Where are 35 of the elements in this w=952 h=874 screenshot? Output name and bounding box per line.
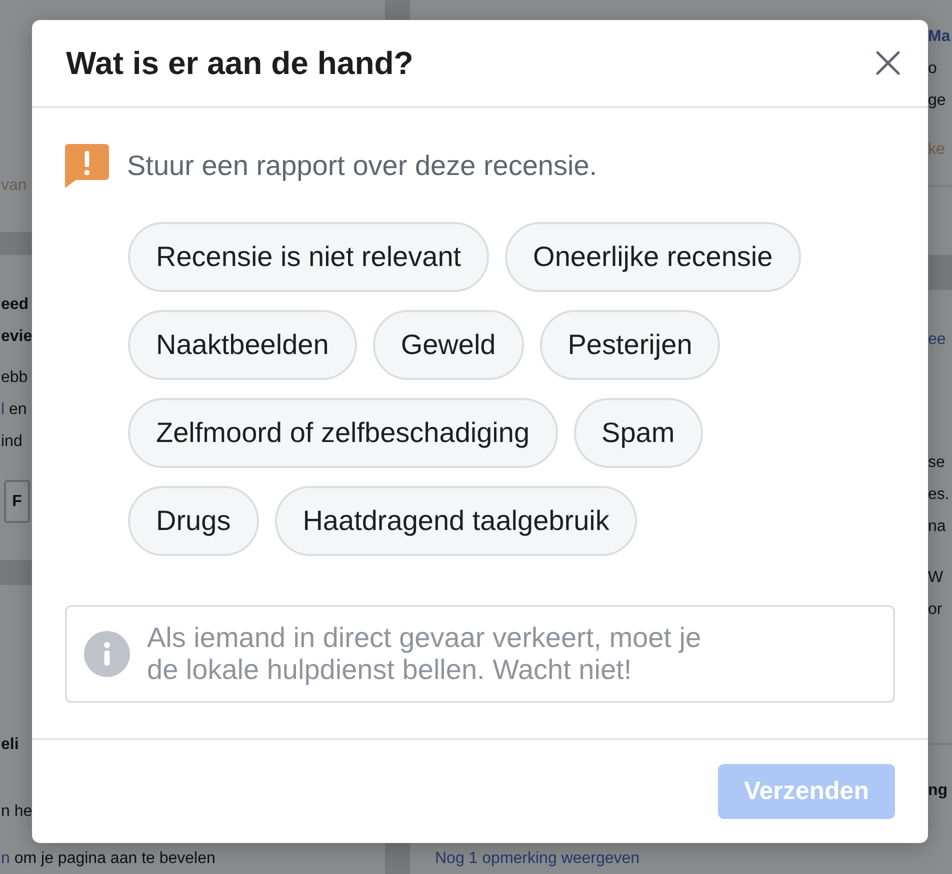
option-chip[interactable]: Pesterijen [540,310,720,380]
submit-button: Verzenden [718,764,895,819]
card-text: na [928,517,946,537]
warning-icon [65,144,109,188]
option-chip[interactable]: Naaktbeelden [128,310,357,380]
option-chip[interactable]: Haatdragend taalgebruik [274,486,638,556]
card-heading: ng [928,781,948,801]
card-text: l en [1,400,27,420]
notice-text: Als iemand in direct gevaar verkeert, moet je de lokale hulpdienst bellen. Wacht niet! [147,622,702,686]
card-heading: eed [1,295,29,315]
option-chip[interactable]: Geweld [372,310,524,380]
card-text: es. [928,485,950,505]
card-heading: eli [1,735,19,755]
background-button[interactable]: F [4,480,30,523]
card-text: o [928,59,937,79]
option-chip[interactable]: Recensie is niet relevant [128,222,490,292]
option-chip[interactable]: Spam [574,398,703,468]
info-icon [84,631,130,677]
dialog-title: Wat is er aan de hand? [66,44,414,83]
card-text: van [1,176,27,196]
card-text: se [928,453,945,473]
option-chip[interactable]: Oneerlijke recensie [505,222,801,292]
card-text: n he [1,802,32,822]
card-text: ind [1,432,22,452]
option-chip[interactable]: Drugs [128,486,259,556]
intro-text: Stuur een rapport over deze recensie. [127,150,598,182]
card-text: or [928,600,942,620]
card-text: ke [928,140,945,160]
card-text: ebb [1,368,28,388]
close-icon [876,51,900,75]
card-text: n om je pagina aan te bevelen [1,849,216,869]
option-chip[interactable]: Zelfmoord of zelfbeschadiging [128,398,558,468]
card-heading: evie [1,327,32,347]
card-text: ge [928,91,946,111]
card-text: W [928,568,944,588]
